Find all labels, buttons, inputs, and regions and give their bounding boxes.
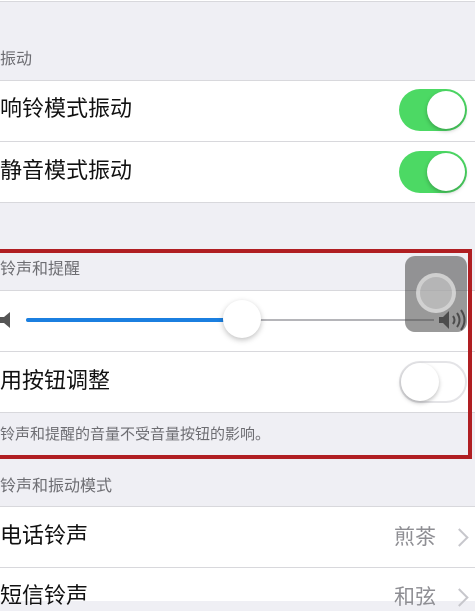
ringtone-label: 电话铃声	[0, 524, 89, 549]
text-tone-value: 和弦	[394, 585, 436, 609]
ring-vibrate-toggle[interactable]	[399, 89, 467, 131]
toggle-knob	[427, 153, 465, 191]
section-header-ringer: 铃声和提醒	[0, 259, 81, 278]
slider-track-filled	[26, 318, 243, 322]
assistive-touch-button[interactable]	[405, 256, 467, 332]
speaker-low-icon	[0, 312, 10, 328]
separator	[0, 290, 475, 291]
separator	[0, 80, 475, 81]
separator	[0, 351, 475, 352]
ringer-footer-note: 铃声和提醒的音量不受音量按钮的影响。	[0, 425, 271, 443]
text-tone-label: 短信铃声	[0, 584, 89, 609]
separator	[0, 506, 475, 507]
slider-thumb[interactable]	[223, 300, 262, 338]
separator	[0, 202, 475, 203]
ringtone-value: 煎茶	[394, 525, 436, 549]
silent-vibrate-toggle[interactable]	[399, 151, 467, 193]
assistive-touch-icon	[416, 273, 456, 313]
section-header-sounds: 铃声和振动模式	[0, 476, 113, 495]
adjust-with-buttons-toggle[interactable]	[399, 361, 467, 403]
section-header-vibrate: 振动	[0, 49, 33, 68]
separator	[0, 567, 475, 568]
separator	[0, 412, 475, 413]
silent-vibrate-label: 静音模式振动	[0, 159, 133, 184]
separator	[0, 1, 475, 2]
adjust-with-buttons-label: 用按钮调整	[0, 369, 111, 394]
toggle-knob	[427, 91, 465, 129]
separator	[0, 141, 475, 142]
toggle-knob	[401, 363, 439, 401]
ring-vibrate-label: 响铃模式振动	[0, 97, 133, 122]
